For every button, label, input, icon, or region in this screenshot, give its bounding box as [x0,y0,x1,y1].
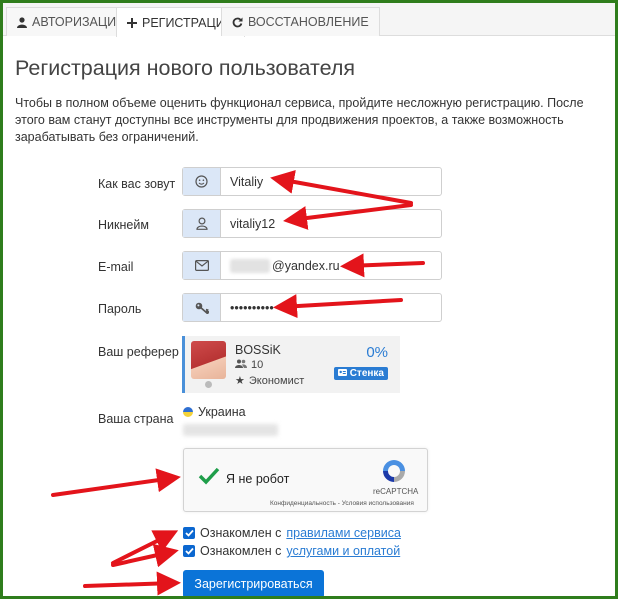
referrer-name: BOSSiK [235,343,281,357]
user-icon [17,16,27,28]
referrer-card: BOSSiK 10 ★ Экономист 0% Стенка [182,336,400,393]
online-status-dot [205,381,212,388]
referrer-label: Ваш реферер [98,345,179,359]
nickname-label: Никнейм [98,218,149,232]
tab-recovery[interactable]: Восстановление [221,7,380,36]
agree-rules-checkbox[interactable] [183,527,195,539]
plus-icon [127,17,137,28]
password-field[interactable] [182,293,442,322]
checkmark-icon[interactable] [198,466,220,489]
referrer-percent: 0% [366,344,388,361]
envelope-icon [183,252,221,279]
ukraine-flag-icon [183,407,193,417]
services-link[interactable]: услугами и оплатой [286,544,400,558]
rules-link[interactable]: правилами сервиса [286,526,401,540]
nickname-input[interactable] [221,210,431,237]
name-input[interactable] [221,168,431,195]
smile-icon [183,168,221,195]
tab-recovery-label: Восстановление [248,15,369,29]
email-label: E-mail [98,260,134,274]
ip-address-blurred [183,424,278,436]
agree-services-text: Ознакомлен с [200,544,282,558]
agree-rules[interactable]: Ознакомлен с правилами сервиса [183,526,401,540]
refresh-icon [232,17,243,28]
email-local-part-blurred [230,258,270,273]
screenshot-frame: Авторизация Регистрация Восстановление Р… [0,0,618,599]
referrer-badge-label: Стенка [349,368,384,379]
user-outline-icon [183,210,221,237]
country-name: Украина [198,405,246,419]
recaptcha-brand: reCAPTCHA [373,487,419,496]
id-card-icon [337,368,347,379]
agree-services-checkbox[interactable] [183,545,195,557]
avatar [191,341,226,379]
referrer-status: ★ Экономист [235,374,305,388]
referrer-status-value: Экономист [248,374,305,387]
country-label: Ваша страна [98,412,174,426]
agree-rules-text: Ознакомлен с [200,526,282,540]
star-icon: ★ [235,375,245,387]
email-field[interactable]: @yandex.ru [182,251,442,280]
tab-register-label: Регистрация [142,15,234,30]
password-label: Пароль [98,302,142,316]
register-button[interactable]: Зарегистрироваться [183,570,324,596]
country-value: Украина [183,405,246,419]
referrer-level: 10 [235,359,263,371]
email-input[interactable]: @yandex.ru [272,259,340,273]
key-icon [183,294,221,321]
recaptcha-links[interactable]: Конфиденциальность - Условия использован… [270,500,414,507]
main-content: Регистрация нового пользователя Чтобы в … [3,36,615,596]
name-field[interactable] [182,167,442,196]
password-input[interactable] [221,294,431,321]
tab-login-label: Авторизация [32,15,126,29]
recaptcha-widget[interactable]: Я не робот reCAPTCHA Конфиденциальность … [183,448,428,512]
page-title: Регистрация нового пользователя [15,56,356,80]
name-label: Как вас зовут [98,177,176,191]
referrer-level-value: 10 [251,359,264,371]
nickname-field[interactable] [182,209,442,238]
agree-services[interactable]: Ознакомлен с услугами и оплатой [183,544,400,558]
recaptcha-logo-icon [381,458,407,487]
referrer-badge[interactable]: Стенка [333,367,388,380]
recaptcha-label: Я не робот [226,472,290,486]
users-icon [235,359,247,371]
intro-text: Чтобы в полном объеме оценить функционал… [15,96,584,144]
tab-bar: Авторизация Регистрация Восстановление [3,3,615,37]
